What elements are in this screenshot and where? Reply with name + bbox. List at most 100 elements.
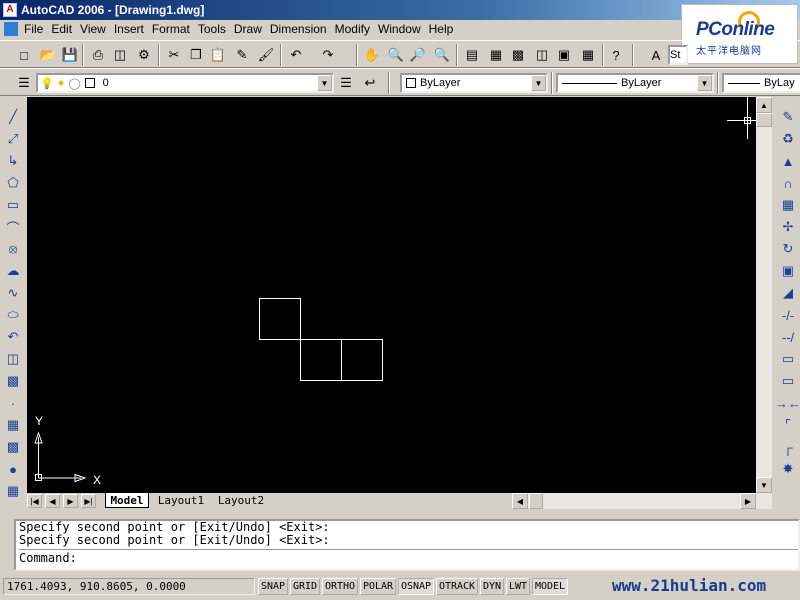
arc-icon[interactable]: ⌒ xyxy=(3,217,23,237)
horizontal-scrollbar[interactable]: ◀ ▶ xyxy=(512,493,772,509)
extend-icon[interactable]: --/ xyxy=(778,327,798,347)
menu-view[interactable]: View xyxy=(76,22,110,36)
erase-icon[interactable]: ✎ xyxy=(778,107,798,127)
drawn-square-2[interactable] xyxy=(300,339,342,381)
region-icon[interactable]: ● xyxy=(3,459,23,479)
revision-cloud-icon[interactable]: ☁ xyxy=(3,261,23,281)
gradient-icon[interactable]: ▩ xyxy=(3,437,23,457)
polygon-icon[interactable]: ⬠ xyxy=(3,173,23,193)
rotate-icon[interactable]: ↻ xyxy=(778,239,798,259)
design-center-icon[interactable]: ▦ xyxy=(486,45,506,65)
trim-icon[interactable]: -/- xyxy=(778,305,798,325)
break-at-point-icon[interactable]: ▭ xyxy=(778,349,798,369)
hscroll-thumb[interactable] xyxy=(529,493,543,509)
brush-icon[interactable]: 🖌 xyxy=(256,45,276,65)
scale-icon[interactable]: ▣ xyxy=(778,261,798,281)
tab-layout2[interactable]: Layout2 xyxy=(213,493,269,508)
scroll-left-icon[interactable]: ◀ xyxy=(512,493,528,509)
make-block-icon[interactable]: ▩ xyxy=(3,371,23,391)
stretch-icon[interactable]: ◢ xyxy=(778,283,798,303)
menu-file[interactable]: File xyxy=(20,22,47,36)
scroll-right-icon[interactable]: ▶ xyxy=(740,493,756,509)
scroll-thumb[interactable] xyxy=(756,113,772,127)
menu-tools[interactable]: Tools xyxy=(194,22,230,36)
last-tab-icon[interactable]: ▶| xyxy=(81,494,96,508)
plot-preview-icon[interactable]: ◫ xyxy=(110,45,130,65)
tab-layout1[interactable]: Layout1 xyxy=(153,493,209,508)
calculator-icon[interactable]: ▦ xyxy=(578,45,598,65)
chevron-down-icon[interactable]: ▼ xyxy=(531,75,546,91)
point-icon[interactable]: · xyxy=(3,393,23,413)
spline-icon[interactable]: ∿ xyxy=(3,283,23,303)
circle-icon[interactable]: ⦻ xyxy=(3,239,23,259)
make-object-layer-current-icon[interactable]: ☰ xyxy=(336,73,356,93)
polyline-icon[interactable]: ↳ xyxy=(3,151,23,171)
osnap-toggle[interactable]: OSNAP xyxy=(398,578,434,595)
properties-icon[interactable]: ▤ xyxy=(462,45,482,65)
pan-icon[interactable]: ✋ xyxy=(362,45,382,65)
sheet-set-icon[interactable]: ◫ xyxy=(532,45,552,65)
snap-toggle[interactable]: SNAP xyxy=(258,578,288,595)
cut-icon[interactable]: ✂ xyxy=(164,45,184,65)
mirror-icon[interactable]: ▲ xyxy=(778,151,798,171)
hatch-icon[interactable]: ▦ xyxy=(3,415,23,435)
redo-icon[interactable]: ↷ xyxy=(318,45,338,65)
break-icon[interactable]: ▭ xyxy=(778,371,798,391)
ellipse-arc-icon[interactable]: ↶ xyxy=(3,327,23,347)
table-icon[interactable]: ▦ xyxy=(3,481,23,501)
ortho-toggle[interactable]: ORTHO xyxy=(322,578,358,595)
menu-edit[interactable]: Edit xyxy=(47,22,76,36)
polar-toggle[interactable]: POLAR xyxy=(360,578,396,595)
layer-combo[interactable]: 💡 ● ◯ 0 ▼ xyxy=(36,73,334,93)
line-icon[interactable]: ╱ xyxy=(3,107,23,127)
new-icon[interactable]: □ xyxy=(14,45,34,65)
menu-window[interactable]: Window xyxy=(374,22,425,36)
save-icon[interactable]: 💾 xyxy=(60,45,80,65)
autocad-app-icon[interactable]: A xyxy=(3,3,17,17)
drawn-square-3[interactable] xyxy=(341,339,383,381)
join-icon[interactable]: →← xyxy=(775,393,800,413)
chamfer-icon[interactable]: ⌜ xyxy=(778,415,798,435)
copy-object-icon[interactable]: ♻ xyxy=(778,129,798,149)
model-toggle[interactable]: MODEL xyxy=(532,578,568,595)
lwt-toggle[interactable]: LWT xyxy=(506,578,530,595)
vertical-scrollbar[interactable]: ▲ ▼ xyxy=(756,97,772,493)
menu-format[interactable]: Format xyxy=(148,22,194,36)
tab-model[interactable]: Model xyxy=(105,493,149,508)
open-icon[interactable]: 📂 xyxy=(38,45,58,65)
markup-icon[interactable]: ▣ xyxy=(554,45,574,65)
lineweight-combo[interactable]: ByLay xyxy=(722,73,800,93)
command-window[interactable]: Specify second point or [Exit/Undo] <Exi… xyxy=(14,519,800,571)
array-icon[interactable]: ▦ xyxy=(778,195,798,215)
tool-palettes-icon[interactable]: ▩ xyxy=(508,45,528,65)
ellipse-icon[interactable]: ⬭ xyxy=(3,305,23,325)
drawing-area[interactable]: Y X xyxy=(27,97,756,493)
coordinate-readout[interactable]: 1761.4093, 910.8605, 0.0000 xyxy=(3,578,255,595)
prev-tab-icon[interactable]: ◀ xyxy=(45,494,60,508)
move-icon[interactable]: ✢ xyxy=(778,217,798,237)
offset-icon[interactable]: ∩ xyxy=(778,173,798,193)
zoom-previous-icon[interactable]: 🔍 xyxy=(432,45,452,65)
layer-previous-icon[interactable]: ↩ xyxy=(360,73,380,93)
grid-toggle[interactable]: GRID xyxy=(290,578,320,595)
linetype-combo[interactable]: ByLayer ▼ xyxy=(556,73,714,93)
otrack-toggle[interactable]: OTRACK xyxy=(436,578,478,595)
zoom-window-icon[interactable]: 🔎 xyxy=(408,45,428,65)
document-icon[interactable] xyxy=(4,22,18,36)
plot-icon[interactable]: ⎙ xyxy=(88,45,108,65)
fillet-icon[interactable]: ┌ xyxy=(778,437,798,457)
color-combo[interactable]: ByLayer ▼ xyxy=(400,73,548,93)
help-icon[interactable]: ? xyxy=(606,45,626,65)
chevron-down-icon[interactable]: ▼ xyxy=(317,75,332,91)
text-style-combo[interactable]: St xyxy=(668,45,688,65)
menu-insert[interactable]: Insert xyxy=(110,22,148,36)
rectangle-icon[interactable]: ▭ xyxy=(3,195,23,215)
dyn-toggle[interactable]: DYN xyxy=(480,578,504,595)
menu-dimension[interactable]: Dimension xyxy=(266,22,331,36)
publish-icon[interactable]: ⚙ xyxy=(134,45,154,65)
scroll-up-icon[interactable]: ▲ xyxy=(756,97,772,113)
menu-draw[interactable]: Draw xyxy=(230,22,266,36)
insert-block-icon[interactable]: ◫ xyxy=(3,349,23,369)
chevron-down-icon[interactable]: ▼ xyxy=(697,75,712,91)
construction-line-icon[interactable]: ⤢ xyxy=(3,129,23,149)
